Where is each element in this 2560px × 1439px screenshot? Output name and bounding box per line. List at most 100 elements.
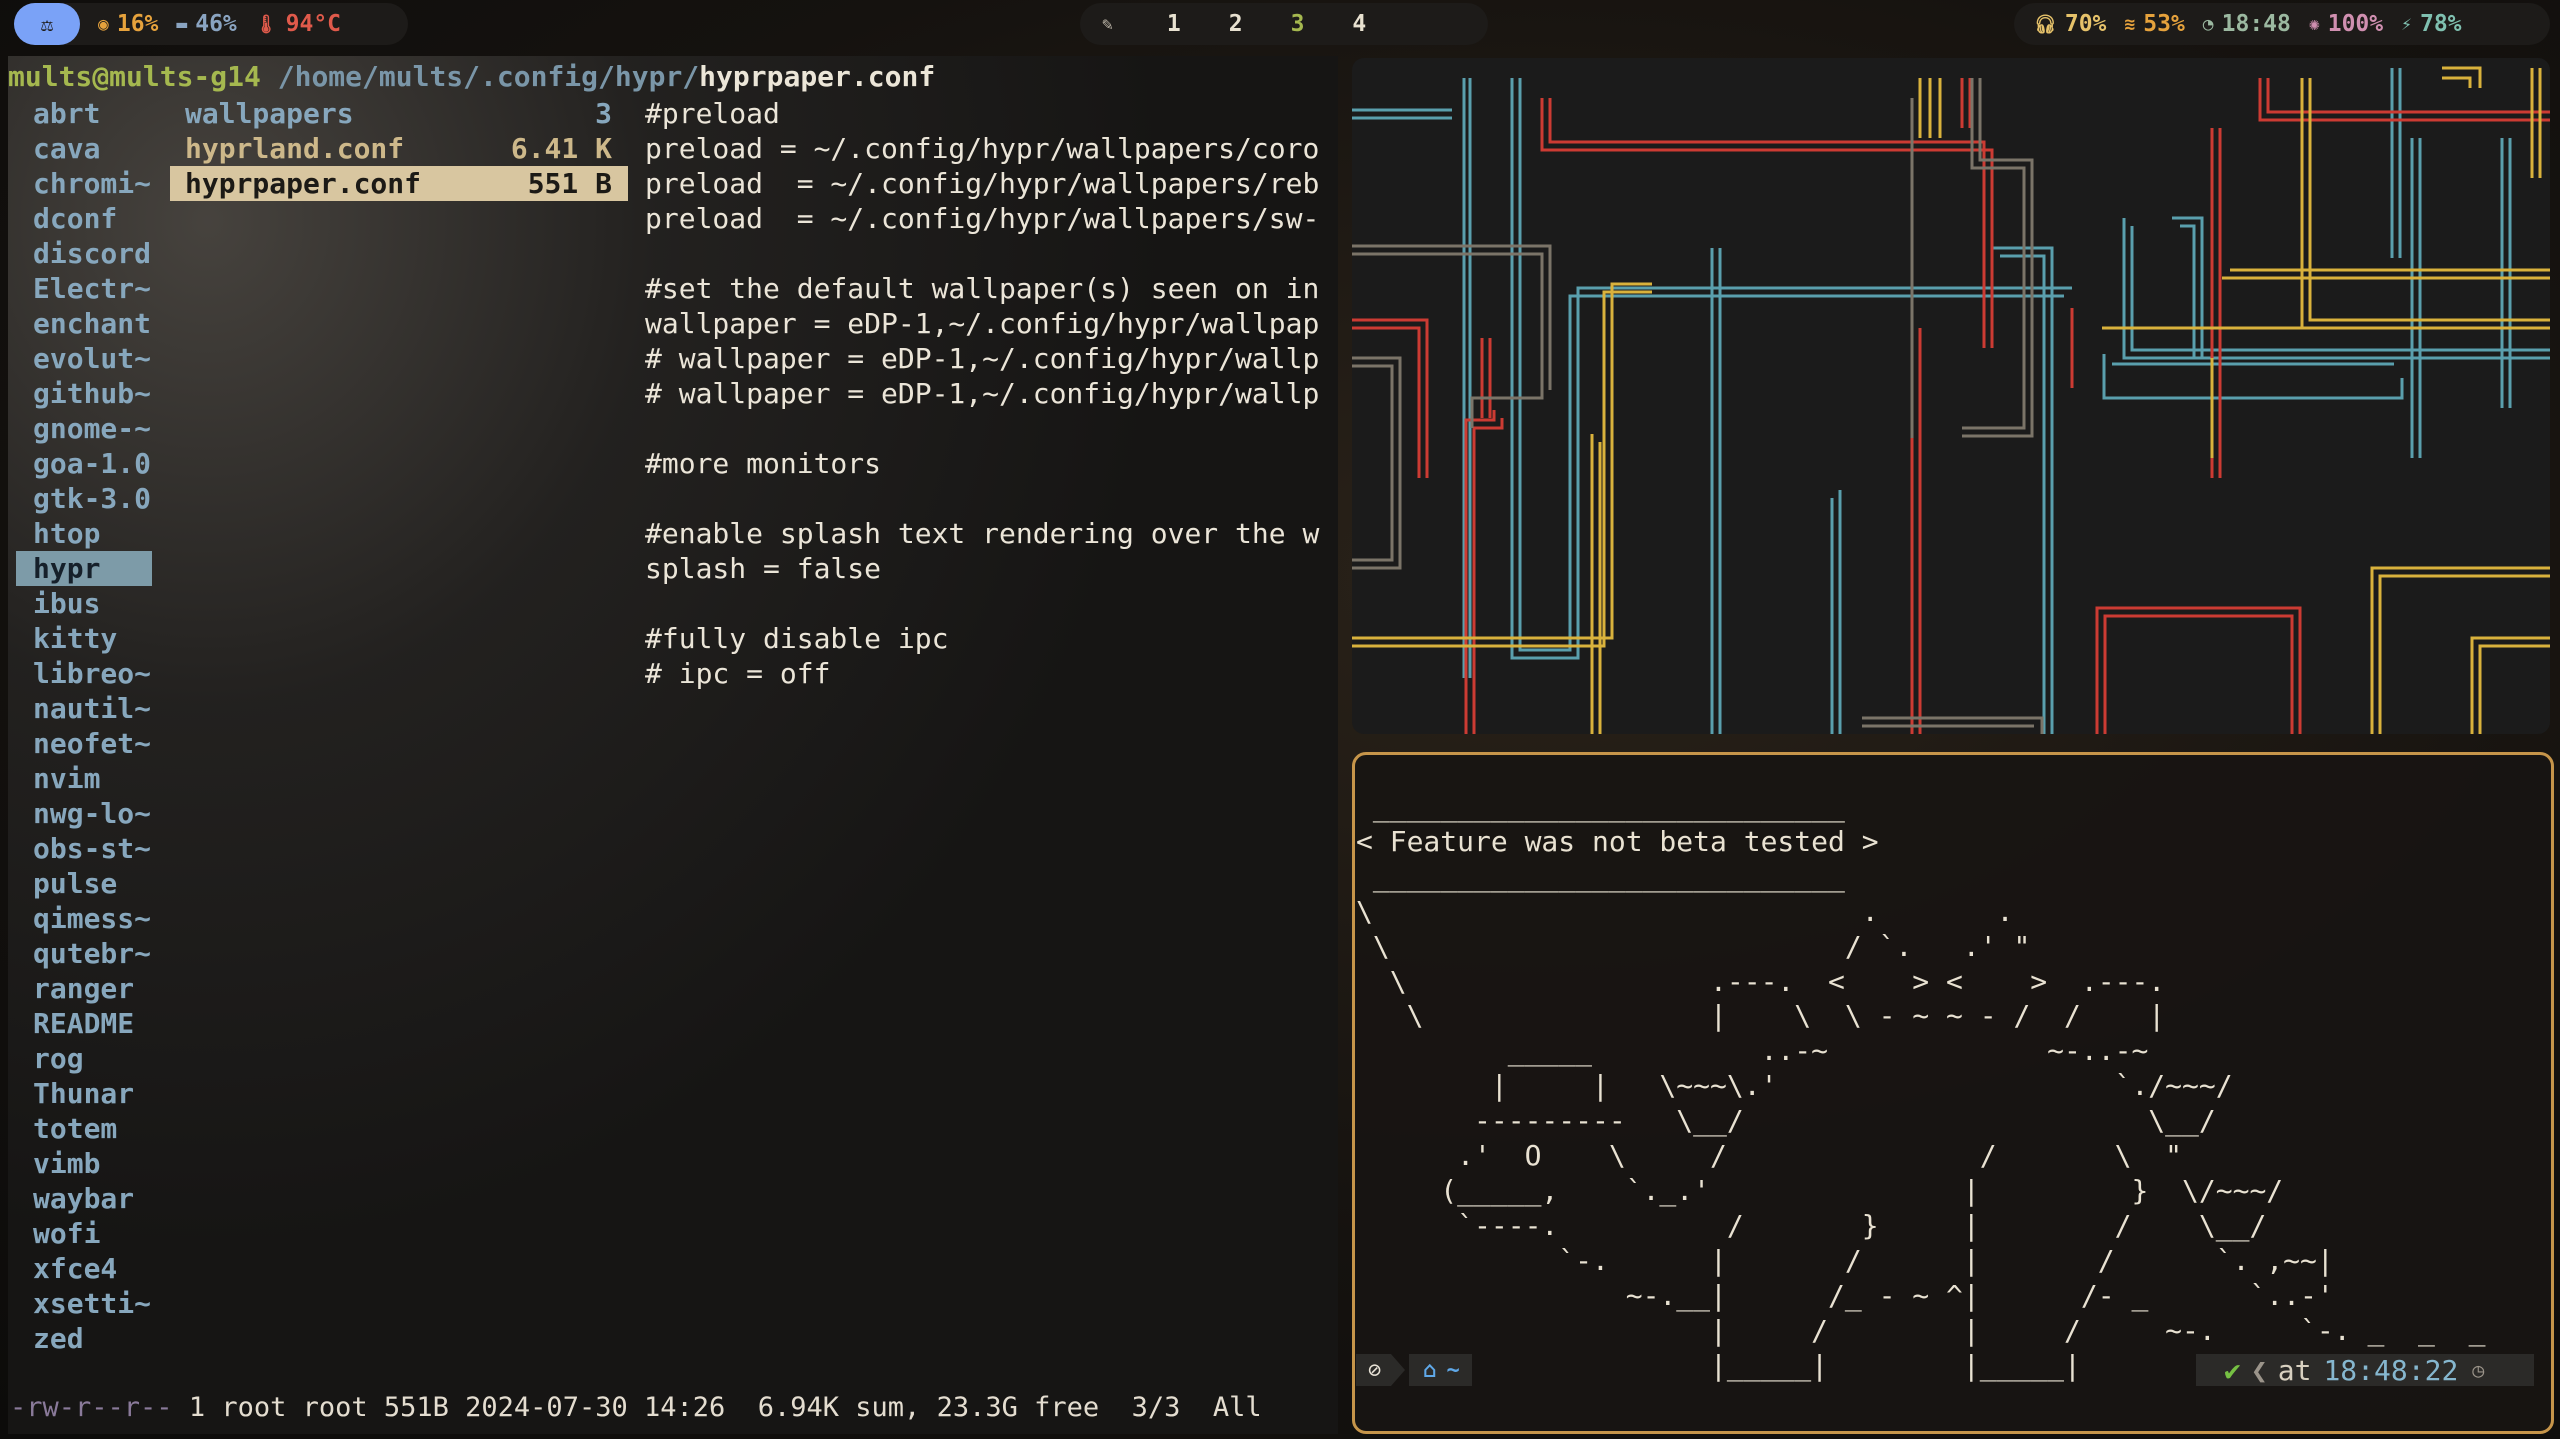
top-bar: ⚖ ◉ 16% ▬ 46% 🌡︎ 94°C ✎ 1 2 3 4 🎧︎ 70% ≋… (0, 0, 2560, 48)
parent-dir-item[interactable]: discord (16, 236, 152, 271)
wifi-icon: ≋ (2124, 13, 2136, 35)
volume[interactable]: 🎧︎ 70% (2034, 11, 2106, 37)
parent-dir-item[interactable]: ranger (16, 971, 152, 1006)
file-list-item[interactable]: wallpapers 3 (170, 96, 628, 131)
parent-dir-item[interactable]: gtk-3.0 (16, 481, 152, 516)
preview-line: # wallpaper = eDP-1,~/.config/hypr/wallp (645, 342, 1320, 375)
red-pipes (1352, 78, 2550, 734)
parent-dir-item[interactable]: htop (16, 516, 152, 551)
parent-dir-item[interactable]: libreo~ (16, 656, 152, 691)
workspace-2[interactable]: 2 (1229, 11, 1243, 37)
battery-value: 78% (2419, 11, 2462, 37)
yellow-pipes (1352, 66, 2550, 734)
parent-dir-item[interactable]: ibus (16, 586, 152, 621)
workspace-4[interactable]: 4 (1352, 11, 1366, 37)
parent-dir-item[interactable]: obs-st~ (16, 831, 152, 866)
temperature: 🌡︎ 94°C (255, 11, 341, 37)
parent-dir-item[interactable]: gnome-~ (16, 411, 152, 446)
file-permissions: -rw-r--r-- (10, 1392, 173, 1423)
parent-dir-item[interactable]: rog (16, 1041, 152, 1076)
arch-icon: ⊘ (1368, 1357, 1382, 1383)
preview-line: #fully disable ipc (645, 622, 949, 655)
parent-dir-item[interactable]: chromi~ (16, 166, 152, 201)
parent-dir-item[interactable]: nvim (16, 761, 152, 796)
prompt-directory: ~ (1446, 1357, 1460, 1383)
file-list-item[interactable]: hyprland.conf 6.41 K (170, 131, 628, 166)
preview-line: preload = ~/.config/hypr/wallpapers/sw- (645, 202, 1320, 235)
file-size: 6.41 K (510, 132, 612, 165)
parent-dir-item[interactable]: nautil~ (16, 691, 152, 726)
parent-directory-column: abrt cava chromi~ dconf discord Electr~ enchan… (16, 96, 152, 1356)
clock[interactable]: ◔ 18:48 (2203, 11, 2291, 37)
brightness[interactable]: ✺ 100% (2309, 11, 2383, 37)
preview-line: preload = ~/.config/hypr/wallpapers/reb (645, 167, 1320, 200)
preview-line: preload = ~/.config/hypr/wallpapers/coro (645, 132, 1320, 165)
parent-dir-item[interactable]: README (16, 1006, 152, 1041)
workspace-1[interactable]: 1 (1167, 11, 1181, 37)
user-host: mults@mults-g14 (8, 60, 261, 93)
preview-line: #more monitors (645, 447, 882, 480)
parent-dir-item[interactable]: github~ (16, 376, 152, 411)
brightness-value: 100% (2327, 11, 2384, 37)
parent-dir-item[interactable]: zed (16, 1321, 152, 1356)
clock-value: 18:48 (2221, 11, 2291, 37)
current-file: hyprpaper.conf (699, 60, 936, 93)
memory-usage: ▬ 46% (176, 11, 236, 37)
workspace-3[interactable]: 3 (1291, 11, 1305, 37)
parent-dir-item[interactable]: abrt (16, 96, 152, 131)
parent-dir-item[interactable]: hypr (16, 551, 152, 586)
directory-segment: ⌂ ~ (1409, 1354, 1472, 1386)
parent-dir-item[interactable]: waybar (16, 1181, 152, 1216)
cpu-usage: ◉ 16% (98, 11, 158, 37)
os-segment: ⊘ (1356, 1354, 1392, 1386)
temperature-value: 94°C (285, 11, 342, 37)
parent-dir-item[interactable]: enchant (16, 306, 152, 341)
prompt-time: 18:48:22 (2323, 1353, 2459, 1387)
parent-dir-item[interactable]: evolut~ (16, 341, 152, 376)
parent-dir-item[interactable]: wofi (16, 1216, 152, 1251)
preview-line: #enable splash text rendering over the w (645, 517, 1320, 550)
parent-dir-item[interactable]: nwg-lo~ (16, 796, 152, 831)
home-icon: ⌂ (1423, 1357, 1437, 1383)
segment-separator: ❮ (2250, 1353, 2268, 1387)
preview-line: splash = false (645, 552, 882, 585)
clock-icon: ◷ (2472, 1358, 2485, 1382)
cpu-icon: ◉ (98, 13, 109, 35)
parent-dir-item[interactable]: xsetti~ (16, 1286, 152, 1321)
segment-separator (1391, 1354, 1406, 1386)
arch-icon: ⚖ (40, 12, 54, 36)
pen-icon: ✎ (1102, 13, 1113, 35)
file-name: hyprpaper.conf (185, 167, 422, 200)
current-directory: /home/mults/.config/hypr/ (260, 60, 700, 93)
brightness-icon: ✺ (2308, 13, 2320, 35)
workspaces-module: ✎ 1 2 3 4 (1080, 3, 1488, 45)
grey-pipes (1352, 78, 2044, 734)
preview-line: wallpaper = eDP-1,~/.config/hypr/wallpap (645, 307, 1320, 340)
parent-dir-item[interactable]: dconf (16, 201, 152, 236)
parent-dir-item[interactable]: kitty (16, 621, 152, 656)
file-size: 551 B (527, 167, 612, 200)
parent-dir-item[interactable]: vimb (16, 1146, 152, 1181)
wifi[interactable]: ≋ 53% (2124, 11, 2184, 37)
status-module: 🎧︎ 70% ≋ 53% ◔ 18:48 ✺ 100% ⚡ 78% (2014, 3, 2550, 45)
parent-dir-item[interactable]: xfce4 (16, 1251, 152, 1286)
parent-dir-item[interactable]: totem (16, 1111, 152, 1146)
parent-dir-item[interactable]: pulse (16, 866, 152, 901)
parent-dir-item[interactable]: qimess~ (16, 901, 152, 936)
status-ok-icon: ✔ (2224, 1353, 2241, 1387)
battery[interactable]: ⚡ 78% (2401, 11, 2461, 37)
file-list-item[interactable]: hyprpaper.conf 551 B (170, 166, 628, 201)
ranger-path-bar: mults@mults-g14 /home/mults/.config/hypr… (8, 60, 935, 93)
arch-logo-button[interactable]: ⚖ (14, 3, 80, 45)
parent-dir-item[interactable]: goa-1.0 (16, 446, 152, 481)
battery-charging-icon: ⚡ (2401, 13, 2412, 35)
ranger-status-line: -rw-r--r-- 1 root root 551B 2024-07-30 1… (10, 1390, 1330, 1425)
parent-dir-item[interactable]: neofet~ (16, 726, 152, 761)
parent-dir-item[interactable]: Thunar (16, 1076, 152, 1111)
parent-dir-item[interactable]: cava (16, 131, 152, 166)
parent-dir-item[interactable]: qutebr~ (16, 936, 152, 971)
preview-line (645, 586, 1325, 621)
wifi-value: 53% (2143, 11, 2185, 37)
pipes-screensaver-window[interactable] (1352, 58, 2550, 734)
parent-dir-item[interactable]: Electr~ (16, 271, 152, 306)
